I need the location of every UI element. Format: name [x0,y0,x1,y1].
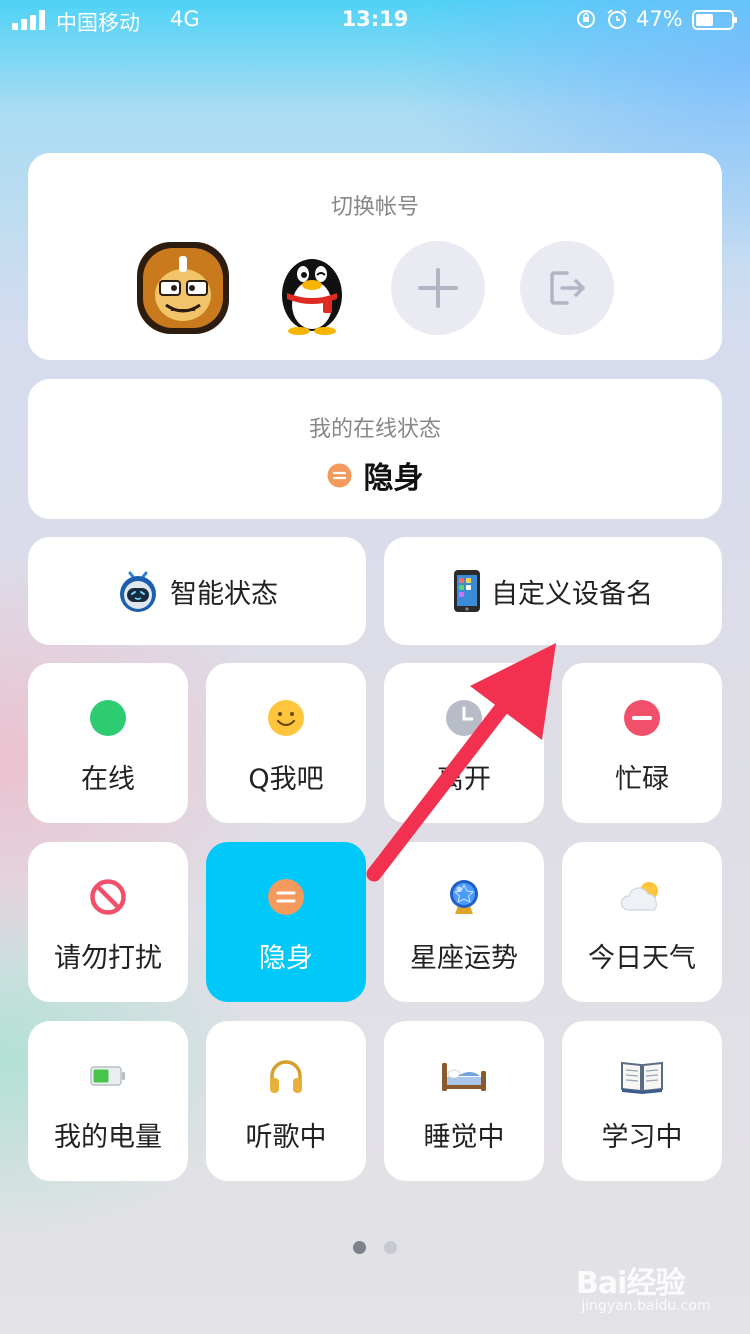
clock-icon [446,700,482,736]
custom-device-name-button[interactable]: 自定义设备名 [384,537,722,645]
custom-device-name-label: 自定义设备名 [491,578,653,610]
status-tile-invisible[interactable]: 隐身 [206,842,366,1002]
account-avatar-penguin[interactable] [265,241,359,335]
page-indicator [0,1239,750,1258]
logout-button[interactable] [520,241,614,335]
alarm-icon [607,9,627,29]
status-tile-label: 我的电量 [54,1122,162,1153]
phone-icon [454,570,480,612]
plus-icon [418,268,458,308]
bed-icon [442,1063,486,1091]
status-tile-label: 忙碌 [615,764,669,795]
status-tile-label: 星座运势 [410,943,518,974]
status-tile-away[interactable]: 离开 [384,663,544,823]
status-tile-weather[interactable]: 今日天气 [562,842,722,1002]
smile-icon [268,700,304,736]
smart-status-label: 智能状态 [170,578,278,610]
watermark-url: jingyan.baidu.com [581,1298,711,1314]
status-tile-label: 睡觉中 [423,1122,505,1153]
status-tile-label: 听歌中 [245,1122,327,1153]
status-tile-label: 在线 [81,764,135,795]
busy-icon [624,700,660,736]
account-switcher-title: 切换帐号 [330,195,419,220]
book-icon [621,1061,663,1094]
online-status-card[interactable]: 我的在线状态 隐身 [28,379,722,519]
status-tile-horoscope[interactable]: 星座运势 [384,842,544,1002]
status-tile-online[interactable]: 在线 [28,663,188,823]
headphones-icon [270,1060,302,1093]
status-tile-do-not-disturb[interactable]: 请勿打扰 [28,842,188,1002]
smart-status-button[interactable]: 智能状态 [28,537,366,645]
status-tile-studying[interactable]: 学习中 [562,1021,722,1181]
status-tile-sleeping[interactable]: 睡觉中 [384,1021,544,1181]
status-bar: 中国移动 4G 13:19 47% [0,0,750,40]
page-dot[interactable] [384,1241,397,1254]
page-dot-active[interactable] [353,1241,366,1254]
robot-icon [120,571,156,612]
status-tile-listening[interactable]: 听歌中 [206,1021,366,1181]
add-account-button[interactable] [391,241,485,335]
green-dot-icon [90,700,126,736]
watermark-logo-text: Bai经验 [576,1266,685,1301]
account-avatar-lion[interactable] [136,241,230,335]
status-tile-q-me[interactable]: Q我吧 [206,663,366,823]
logout-icon [550,271,585,305]
lion-avatar-icon [137,242,229,334]
battery-icon [90,1066,125,1086]
rotation-lock-icon [577,10,595,28]
no-disturb-icon [90,879,126,915]
status-tile-busy[interactable]: 忙碌 [562,663,722,823]
status-tile-label: 请勿打扰 [54,943,162,974]
weather-icon [620,882,658,911]
battery-percentage: 47% [636,7,683,31]
online-status-value: 隐身 [363,461,424,496]
invisible-dot-icon [327,463,351,487]
status-tile-label: 隐身 [259,943,313,974]
invisible-icon [268,879,304,915]
status-tile-label: 离开 [437,764,491,795]
status-tile-my-battery[interactable]: 我的电量 [28,1021,188,1181]
baidu-watermark: Bai经验 jingyan.baidu.com [576,1258,726,1324]
crystal-ball-icon [450,880,478,914]
status-tile-label: 学习中 [601,1122,683,1153]
penguin-avatar-icon [282,259,342,335]
status-tile-label: 今日天气 [588,943,696,974]
battery-icon [692,10,737,30]
account-switcher-card: 切换帐号 [28,153,722,360]
online-status-label: 我的在线状态 [308,417,441,442]
status-tile-label: Q我吧 [248,764,324,795]
